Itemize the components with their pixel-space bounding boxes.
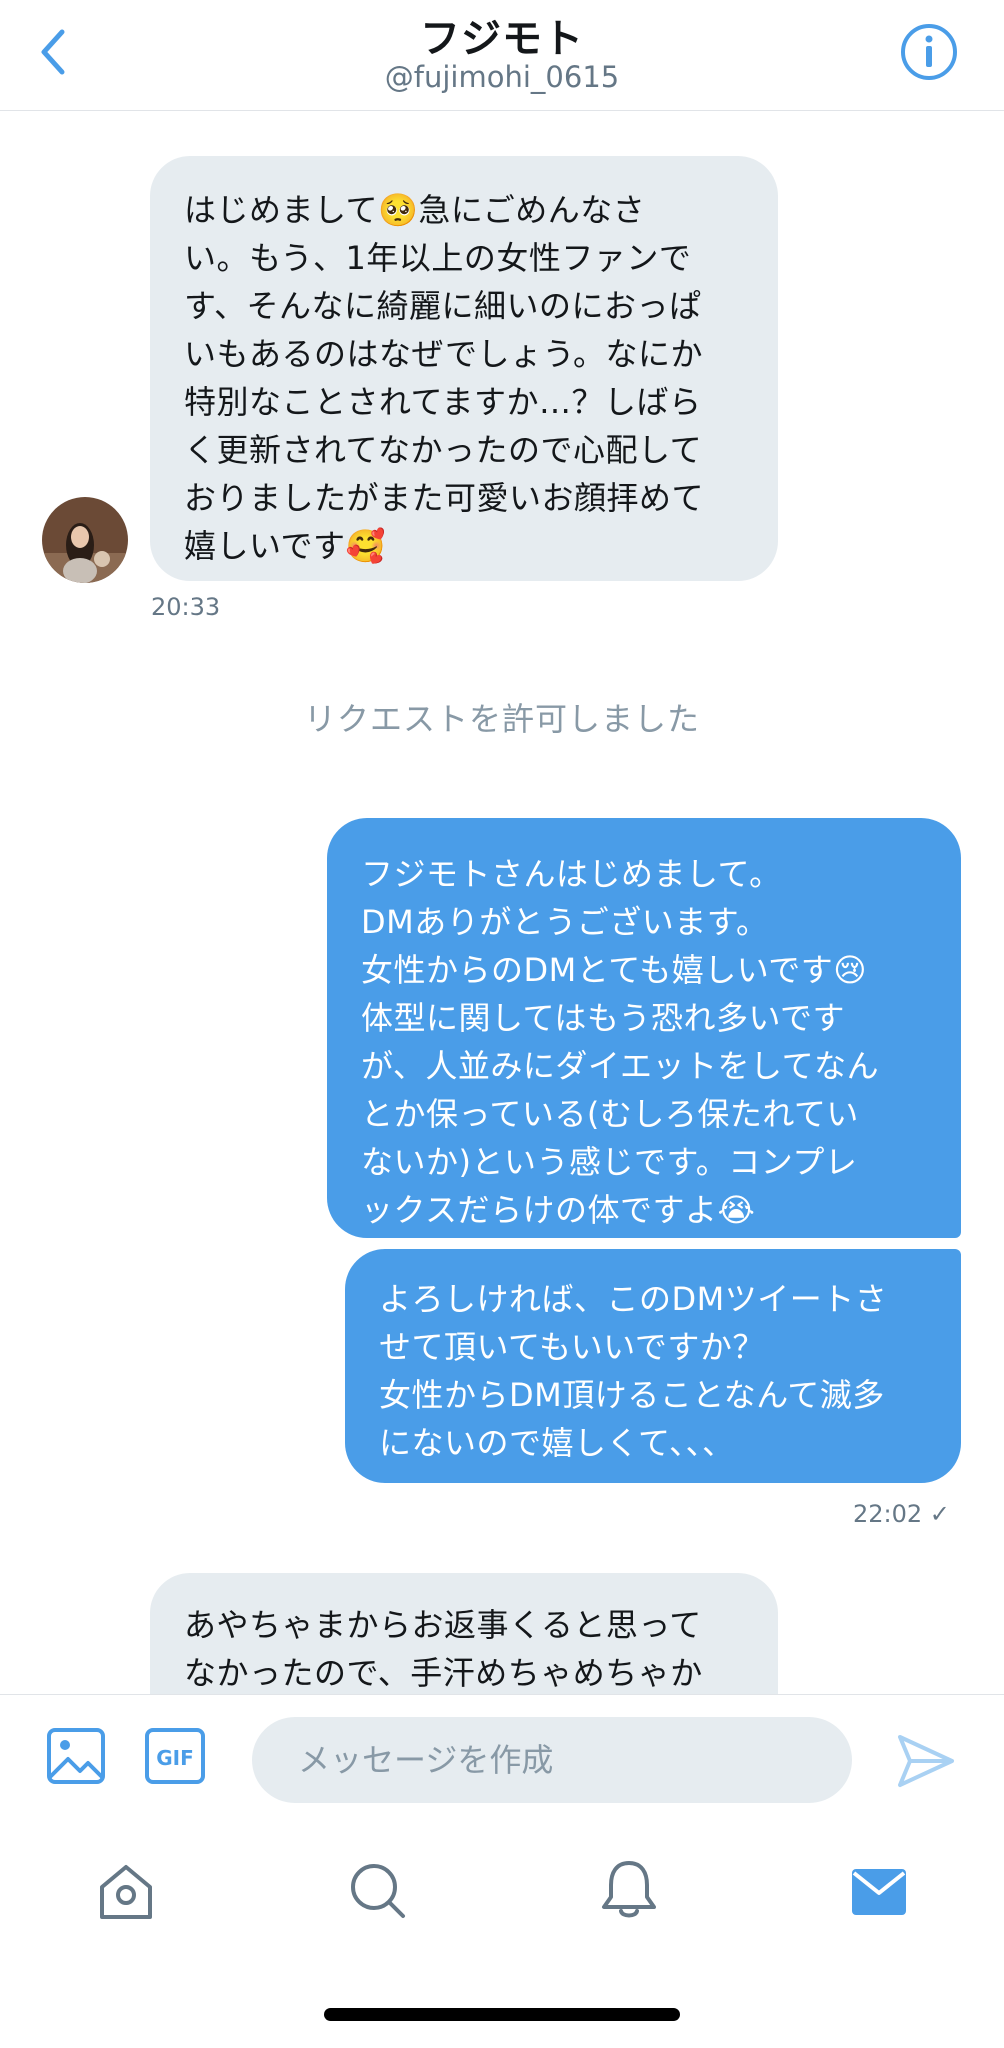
gif-icon: GIF: [145, 1728, 205, 1784]
tab-search[interactable]: [348, 1861, 408, 1925]
image-icon: [47, 1728, 105, 1784]
search-icon: [351, 1864, 405, 1918]
outgoing-message: フジモトさんはじめまして。 DMありがとうございます。 女性からのDMとても嬉し…: [327, 818, 961, 1238]
info-icon: [901, 24, 957, 80]
info-button[interactable]: [900, 23, 958, 81]
send-icon: [898, 1735, 954, 1787]
conversation-title: フジモト: [420, 16, 584, 62]
home-indicator: [324, 2008, 680, 2021]
tab-notifications[interactable]: [600, 1859, 658, 1925]
avatar[interactable]: [42, 497, 128, 583]
gif-label: GIF: [156, 1746, 194, 1770]
message-composer: GIF: [0, 1694, 1004, 1815]
tab-home[interactable]: [96, 1863, 156, 1925]
avatar-photo: [42, 497, 128, 583]
message-timestamp: 22:02 ✓: [853, 1500, 950, 1528]
message-input[interactable]: [252, 1717, 852, 1803]
mail-icon: [852, 1869, 906, 1915]
message-list[interactable]: はじめまして🥺急にごめんなさ い。もう、1年以上の女性ファンで す、そんなに綺麗…: [0, 111, 1004, 1694]
gif-button[interactable]: GIF: [144, 1727, 206, 1789]
send-button[interactable]: [896, 1733, 956, 1793]
incoming-message: はじめまして🥺急にごめんなさ い。もう、1年以上の女性ファンで す、そんなに綺麗…: [150, 156, 778, 581]
conversation-handle: @fujimohi_0615: [384, 60, 620, 94]
tab-bar: [0, 1815, 1004, 1965]
message-input-container: [252, 1717, 852, 1803]
media-button[interactable]: [46, 1727, 106, 1789]
message-timestamp: 20:33: [151, 593, 221, 621]
conversation-header: フジモト @fujimohi_0615: [0, 0, 1004, 111]
outgoing-message: よろしければ、このDMツイートさ せて頂いてもいいですか？ 女性からDM頂けるこ…: [345, 1249, 961, 1483]
incoming-message: あやちゃまからお返事くると思って なかったので、手汗めちゃめちゃか: [150, 1573, 778, 1694]
home-icon: [100, 1865, 152, 1919]
tab-messages[interactable]: [850, 1867, 908, 1921]
request-accepted-notice: リクエストを許可しました: [303, 700, 700, 738]
bell-icon: [602, 1861, 656, 1918]
